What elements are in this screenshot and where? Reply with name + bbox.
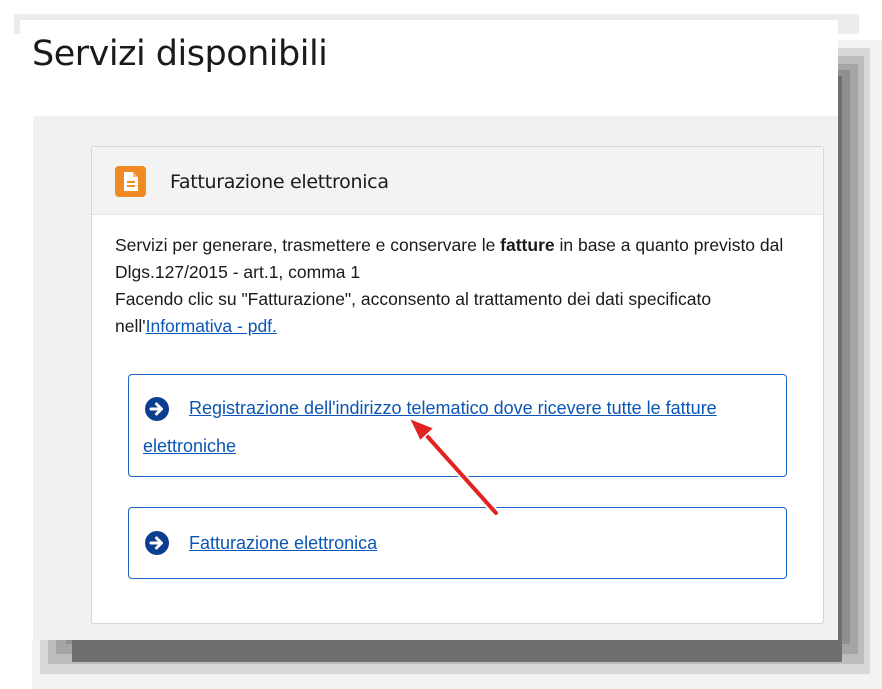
description-paragraph: Servizi per generare, trasmettere e cons… [115,232,785,286]
card-header: Fatturazione elettronica [92,147,823,215]
registrazione-link-box[interactable]: Registrazione dell'indirizzo telematico … [128,374,787,477]
description-text: Servizi per generare, trasmettere e cons… [115,235,501,255]
arrow-right-circle-icon [145,531,169,555]
card-title: Fatturazione elettronica [170,171,389,193]
description-bold-text: fatture [500,235,555,255]
screenshot-window: Servizi disponibili Fatturazione elettro… [20,20,838,640]
service-card: Fatturazione elettronica Servizi per gen… [91,146,824,624]
registrazione-link[interactable]: Registrazione dell'indirizzo telematico … [143,389,783,465]
card-description: Servizi per generare, trasmettere e cons… [115,232,785,340]
fatturazione-link[interactable]: Fatturazione elettronica [189,524,377,562]
main-panel: Fatturazione elettronica Servizi per gen… [33,116,838,640]
fatturazione-link-box[interactable]: Fatturazione elettronica [128,507,787,579]
informativa-pdf-link[interactable]: Informativa - pdf. [146,316,277,336]
consent-paragraph: Facendo clic su "Fatturazione", acconsen… [115,286,785,340]
document-icon [115,166,146,197]
page-title: Servizi disponibili [32,34,328,74]
